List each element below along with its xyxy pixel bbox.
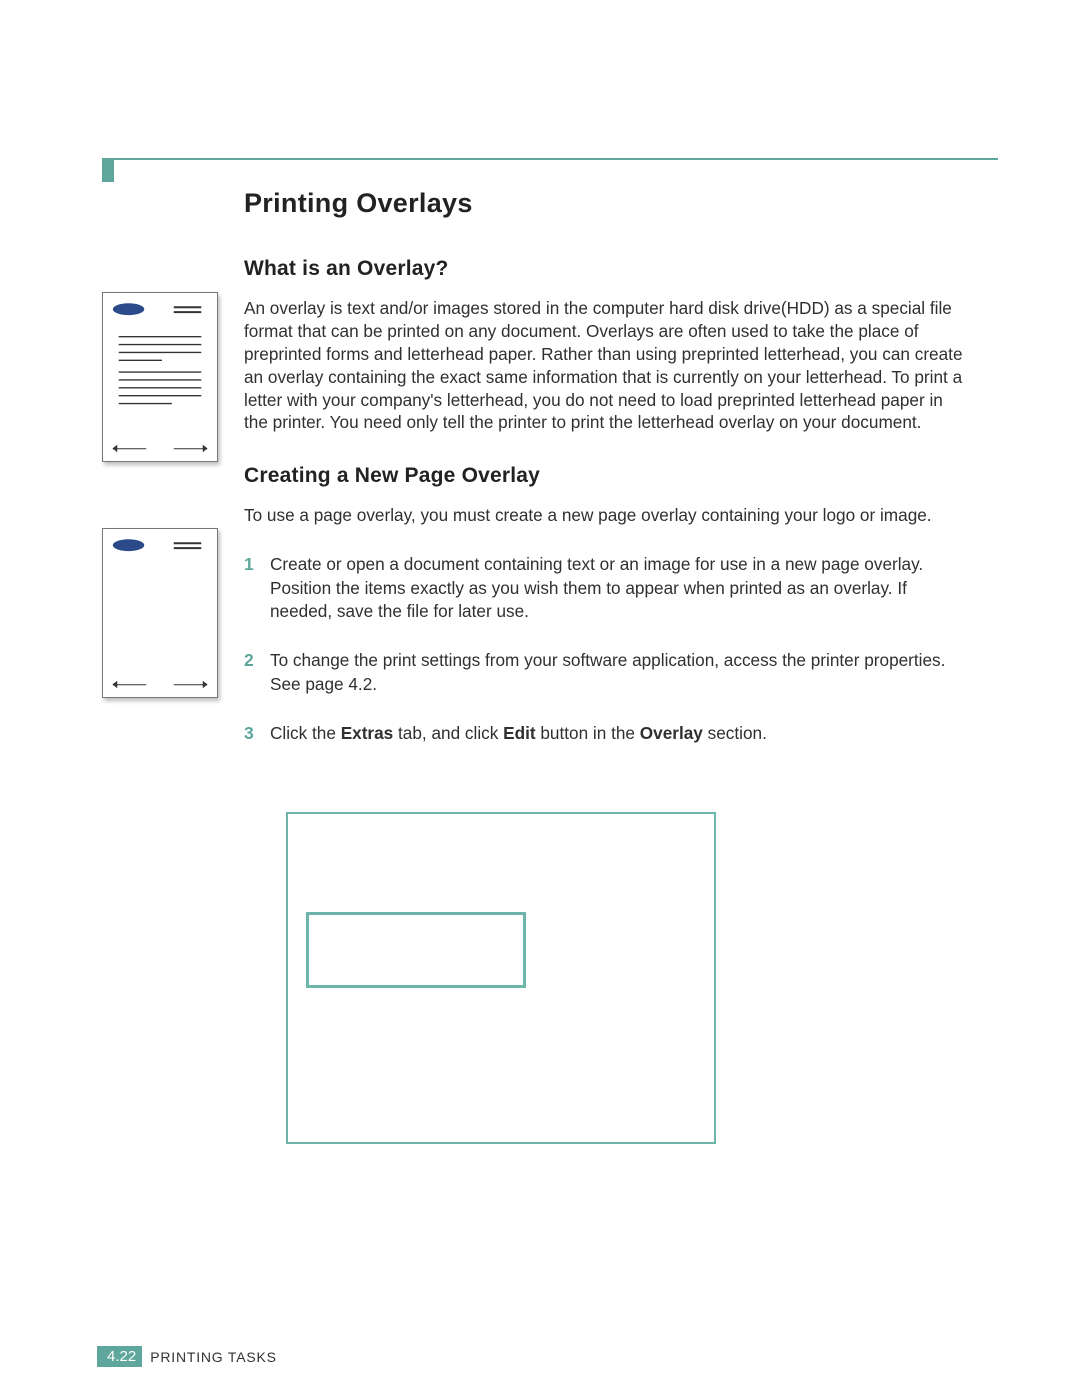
section-heading-what: What is an Overlay? [244, 257, 966, 281]
page-footer: 4.22 PRINTING TASKS [97, 1346, 277, 1367]
step-3-bold-edit: Edit [503, 723, 535, 743]
step-3-text-d: button in the [536, 723, 640, 743]
page-number: 22 [120, 1348, 137, 1365]
screenshot-placeholder [286, 812, 716, 1144]
chapter-number: 4. [107, 1348, 120, 1365]
step-2: To change the print settings from your s… [244, 649, 966, 696]
header-rule [102, 158, 998, 160]
footer-section-label: PRINTING TASKS [150, 1349, 277, 1365]
step-1: Create or open a document containing tex… [244, 553, 966, 623]
step-3-bold-extras: Extras [341, 723, 394, 743]
page-number-badge: 4.22 [97, 1346, 142, 1367]
section-intro-creating: To use a page overlay, you must create a… [244, 504, 966, 527]
steps-list: Create or open a document containing tex… [244, 553, 966, 745]
section-body-what: An overlay is text and/or images stored … [244, 297, 966, 434]
step-3-text-a: Click the [270, 723, 341, 743]
overlay-page-illustration-blank [102, 528, 218, 698]
page-title: Printing Overlays [244, 188, 966, 219]
step-3-text-c: tab, and click [393, 723, 503, 743]
overlay-page-illustration-filled [102, 292, 218, 462]
step-3: Click the Extras tab, and click Edit but… [244, 722, 966, 745]
step-3-text-e: section. [703, 723, 767, 743]
step-3-bold-overlay: Overlay [640, 723, 703, 743]
screenshot-highlight [306, 912, 526, 988]
section-heading-creating: Creating a New Page Overlay [244, 464, 966, 488]
